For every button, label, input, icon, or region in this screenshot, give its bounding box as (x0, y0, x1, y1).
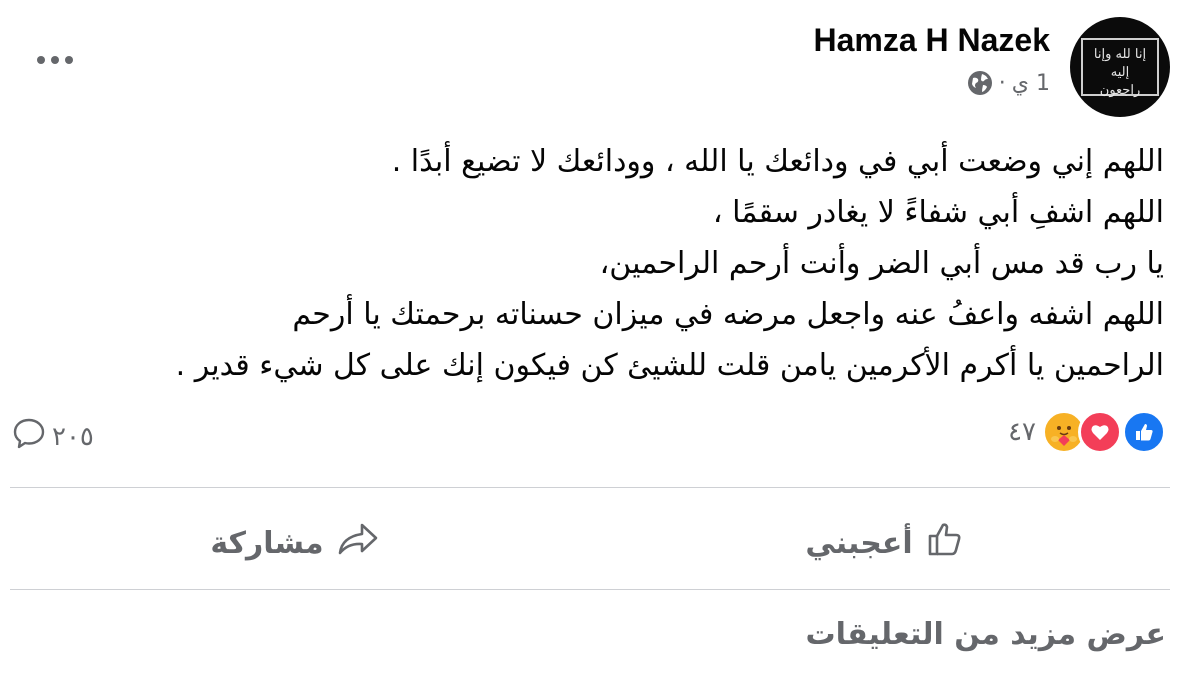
post-line: يا رب قد مس أبي الضر وأنت أرحم الراحمين، (599, 246, 1164, 281)
post-line: الراحمين يا أكرم الأكرمين يامن قلت للشيئ… (175, 348, 1164, 383)
avatar-text-line-2: راجعون (1099, 83, 1141, 98)
post-line: اللهم إني وضعت أبي في ودائعك يا الله ، و… (391, 144, 1164, 179)
avatar-text-line-1: إنا لله وإنا إليه (1093, 47, 1147, 80)
share-label: مشاركة (210, 525, 324, 561)
more-options-button[interactable] (30, 42, 80, 78)
reaction-icons (1042, 410, 1166, 454)
like-label: أعجبني (805, 525, 913, 561)
post-line: اللهم اشفه واعفُ عنه واجعل مرضه في ميزان… (292, 297, 1164, 332)
dot-icon (65, 56, 73, 64)
like-button[interactable]: أعجبني (600, 505, 1170, 581)
thumbs-up-icon (925, 519, 965, 567)
post-time[interactable]: 1 ي (1012, 71, 1050, 96)
view-more-comments-link[interactable]: عرض مزيد من التعليقات (806, 617, 1166, 652)
avatar[interactable]: إنا لله وإنا إليه راجعون (1070, 17, 1170, 117)
dot-icon (51, 56, 59, 64)
like-icon (1122, 410, 1166, 454)
post-meta: 1 ي · (967, 70, 1050, 96)
reactions-count: ٤٧ (1008, 417, 1036, 447)
reactions-summary[interactable]: ٤٧ (1008, 410, 1166, 454)
globe-icon[interactable] (967, 70, 993, 96)
divider (10, 487, 1170, 488)
post-line: اللهم اشفِ أبي شفاءً لا يغادر سقمًا ، (712, 195, 1164, 230)
author-name[interactable]: Hamza H Nazek (813, 22, 1050, 59)
love-icon (1078, 410, 1122, 454)
comment-icon (12, 416, 46, 457)
share-icon (336, 519, 380, 567)
divider (10, 589, 1170, 590)
share-button[interactable]: مشاركة (10, 505, 580, 581)
comments-count-button[interactable]: ٢٠٥ (12, 416, 94, 457)
comments-count: ٢٠٥ (52, 421, 94, 452)
avatar-calligraphy: إنا لله وإنا إليه راجعون (1081, 38, 1159, 98)
post-text: اللهم إني وضعت أبي في ودائعك يا الله ، و… (14, 136, 1164, 391)
dot-icon (37, 56, 45, 64)
meta-separator: · (998, 70, 1006, 96)
